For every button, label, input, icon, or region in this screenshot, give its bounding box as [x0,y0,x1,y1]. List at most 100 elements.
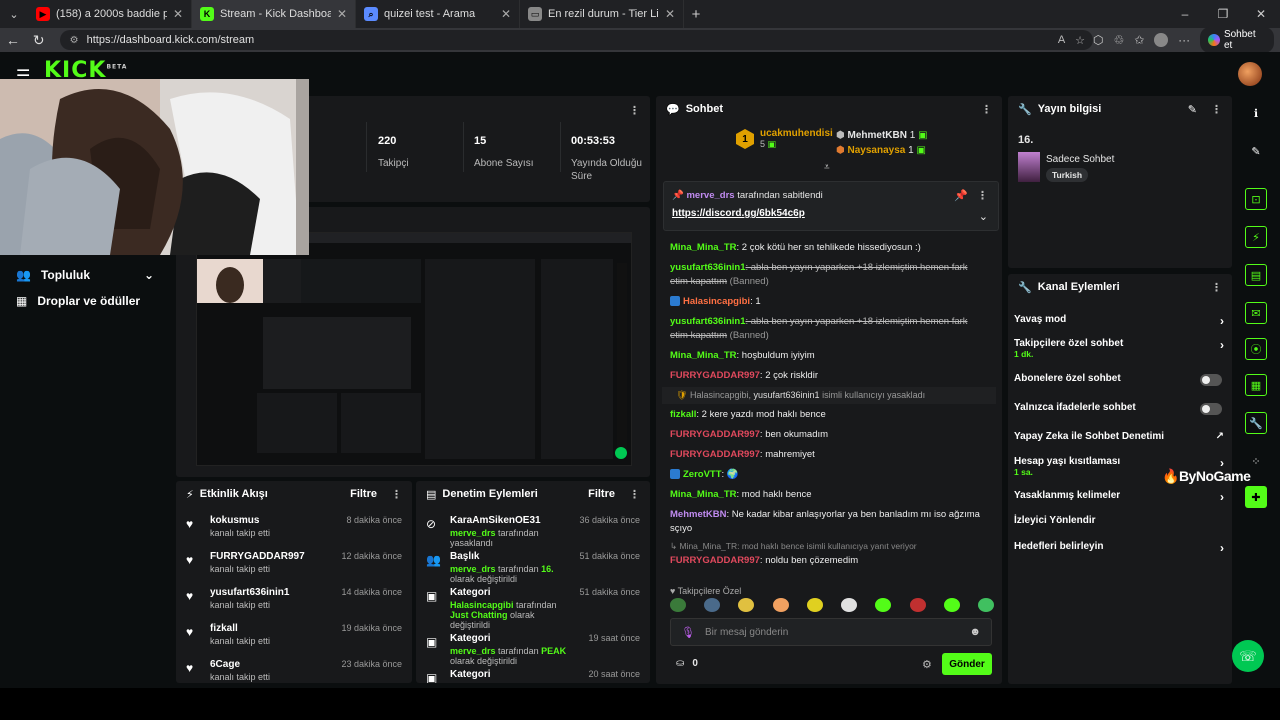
chevron-down-icon[interactable]: ⌄ [979,210,988,223]
list-item[interactable]: ♥ FURRYGADDAR997 kanalı takip etti 12 da… [176,551,412,587]
browser-tab[interactable]: K Stream - Kick Dashboard ✕ [192,0,356,28]
chat-message[interactable]: FURRYGADDAR997: noldu ben çözemedim [656,554,1002,571]
list-item[interactable]: ▣ Kategori Halasincapgibi tarafından Jus… [416,587,650,633]
browser-tab[interactable]: ⌕ quizei test - Arama ✕ [356,0,520,28]
channel-actions-menu-icon[interactable]: ⋮ [1211,281,1222,294]
support-icon[interactable]: ☏ [1232,640,1264,672]
puzzle-icon[interactable]: ✚ [1245,486,1267,508]
bolt-icon[interactable]: ⚡ [1245,226,1267,248]
chat-icon[interactable]: ✉ [1245,302,1267,324]
list-item[interactable]: ♥ yusufart636inin1 kanalı takip etti 14 … [176,587,412,623]
info-icon[interactable]: ℹ [1245,102,1267,124]
pinned-link[interactable]: https://discord.gg/6bk54c6p [672,208,805,219]
chevron-right-icon[interactable]: › [1220,541,1224,555]
edit-icon[interactable]: ✎ [1245,140,1267,162]
top-gifter-2[interactable]: ⬢ MehmetKBN 1 ▣ [836,130,928,141]
filter-button[interactable]: Filtre [588,488,615,500]
close-tab-icon[interactable]: ✕ [501,7,511,21]
moderation-menu-icon[interactable]: ⋮ [629,488,640,501]
top-gifter-1[interactable]: 1 ucakmuhendisi 5 ▣ [736,128,833,150]
url-field[interactable]: ⚙ https://dashboard.kick.com/stream A ☆ [59,30,1094,50]
top-gifter-3[interactable]: ⬢ Naysanaysa 1 ▣ [836,145,926,156]
user-avatar[interactable] [1238,62,1262,86]
sidebar-item-drops[interactable]: ▦ Droplar ve ödüller [0,288,170,314]
sidebar-item-community[interactable]: 👥 Topluluk ⌄ [0,262,170,288]
pinned-message[interactable]: 📌 merve_drs tarafından sabitlendi 📌 ⋮ ht… [663,181,999,231]
channel-action-item[interactable]: Takipçilere özel sohbet 1 dk. › [1014,338,1224,359]
close-window-icon[interactable]: ✕ [1242,0,1280,28]
emoji-icon[interactable]: ☻ [969,626,981,638]
unpin-icon[interactable]: 📌 [954,189,968,202]
chat-username[interactable]: yusufart636inin1 [670,316,746,327]
channel-action-item[interactable]: İzleyici Yönlendir [1014,515,1224,526]
close-tab-icon[interactable]: ✕ [173,7,183,21]
channel-action-item[interactable]: Abonelere özel sohbet [1014,373,1224,386]
chat-message[interactable]: Mina_Mina_TR: hoşbuldum iyiyim [656,346,1002,366]
chat-message[interactable]: FURRYGADDAR997: 2 çok riskldir [656,366,1002,386]
external-link-icon[interactable]: ↗ [1216,431,1224,442]
emote-icon[interactable] [738,598,755,612]
favorite-star-icon[interactable]: ☆ [1075,34,1085,47]
chat-username[interactable]: FURRYGADDAR997 [670,449,760,460]
chevron-right-icon[interactable]: › [1220,490,1224,504]
chevron-down-icon[interactable]: ⌄ [144,268,154,282]
capture-icon[interactable]: ⊡ [1245,188,1267,210]
expand-gifters-icon[interactable]: ⩡ [824,162,830,173]
chat-message[interactable]: Mina_Mina_TR: 2 çok kötü her sn tehliked… [656,238,1002,258]
list-item[interactable]: ♥ 6Cage kanalı takip etti 23 dakika önce [176,659,412,683]
browser-tab[interactable]: ▭ En rezil durum - Tier List, Kör Sıral..… [520,0,684,28]
emote-icon[interactable] [806,598,823,612]
chat-message[interactable]: Mina_Mina_TR: mod haklı bence [656,485,1002,505]
chat-input[interactable]: 🎙 Bir mesaj gönderin ☻ [670,618,992,646]
chat-message[interactable]: yusufart636inin1: abla ben yayın yaparke… [656,312,1002,346]
chat-settings-icon[interactable]: ⚙ [922,658,932,671]
wrench-icon[interactable]: 🔧 [1245,412,1267,434]
send-button[interactable]: Gönder [942,653,992,675]
copilot-chat-button[interactable]: Sohbet et [1200,27,1274,53]
list-item[interactable]: 👥 Başlık merve_drs tarafından 16. olarak… [416,551,650,587]
channel-action-item[interactable]: Yasaklanmış kelimeler › [1014,490,1224,504]
chevron-right-icon[interactable]: › [1220,314,1224,328]
chat-username[interactable]: ZeroVTT [683,469,722,480]
channel-action-item[interactable]: Yavaş mod › [1014,314,1224,328]
chevron-right-icon[interactable]: › [1220,338,1224,352]
emote-icon[interactable] [841,598,858,612]
chat-message[interactable]: yusufart636inin1: abla ben yayın yaparke… [656,258,1002,292]
chat-username[interactable]: Mina_Mina_TR [670,242,737,253]
emote-icon[interactable] [772,598,789,612]
site-info-icon[interactable]: ⚙ [70,35,79,46]
stats-menu-icon[interactable]: ⋮ [629,104,640,117]
chat-message[interactable]: fizkall: 2 kere yazdı mod haklı bence [656,405,1002,425]
toggle-switch[interactable] [1200,403,1222,415]
profile-avatar-icon[interactable] [1154,33,1169,47]
chat-message[interactable]: FURRYGADDAR997: mahremiyet [656,445,1002,465]
more-menu-icon[interactable]: ··· [1178,33,1190,47]
document-icon[interactable]: ▤ [1245,264,1267,286]
chat-username[interactable]: FURRYGADDAR997 [670,429,760,440]
new-tab-button[interactable]: + [684,6,708,23]
emote-icon[interactable] [875,598,892,612]
emote-icon[interactable] [977,598,994,612]
list-item[interactable]: ♥ kokusmus kanalı takip etti 8 dakika ön… [176,515,412,551]
back-icon[interactable]: ← [0,32,26,48]
chat-message[interactable]: ZeroVTT: 🌍 [656,465,1002,485]
list-item[interactable]: ▣ Kategori merve_drs tarafından PEAK ola… [416,633,650,669]
list-item[interactable]: ⊘ KaraAmSikenOE31 merve_drs tarafından y… [416,515,650,551]
reload-icon[interactable]: ↻ [26,32,52,49]
chat-username[interactable]: MehmetKBN [670,509,726,520]
minimize-icon[interactable]: – [1166,0,1204,28]
chat-username[interactable]: yusufart636inin1 [670,262,746,273]
maximize-icon[interactable]: ❐ [1204,0,1242,28]
toggle-switch[interactable] [1200,374,1222,386]
layout-icon[interactable]: ▦ [1245,374,1267,396]
channel-action-item[interactable]: Hedefleri belirleyin › [1014,541,1224,555]
chat-username[interactable]: Halasincapgibi [683,296,750,307]
list-item[interactable]: ♥ fizkall kanalı takip etti 19 dakika ön… [176,623,412,659]
emote-icon[interactable] [943,598,960,612]
read-aloud-icon[interactable]: A [1058,34,1065,47]
chat-username[interactable]: Mina_Mina_TR [670,489,737,500]
emote-icon[interactable] [909,598,926,612]
chat-menu-icon[interactable]: ⋮ [981,103,992,116]
tab-list-icon[interactable]: ⌄ [0,8,28,21]
chat-username[interactable]: FURRYGADDAR997 [670,555,760,566]
